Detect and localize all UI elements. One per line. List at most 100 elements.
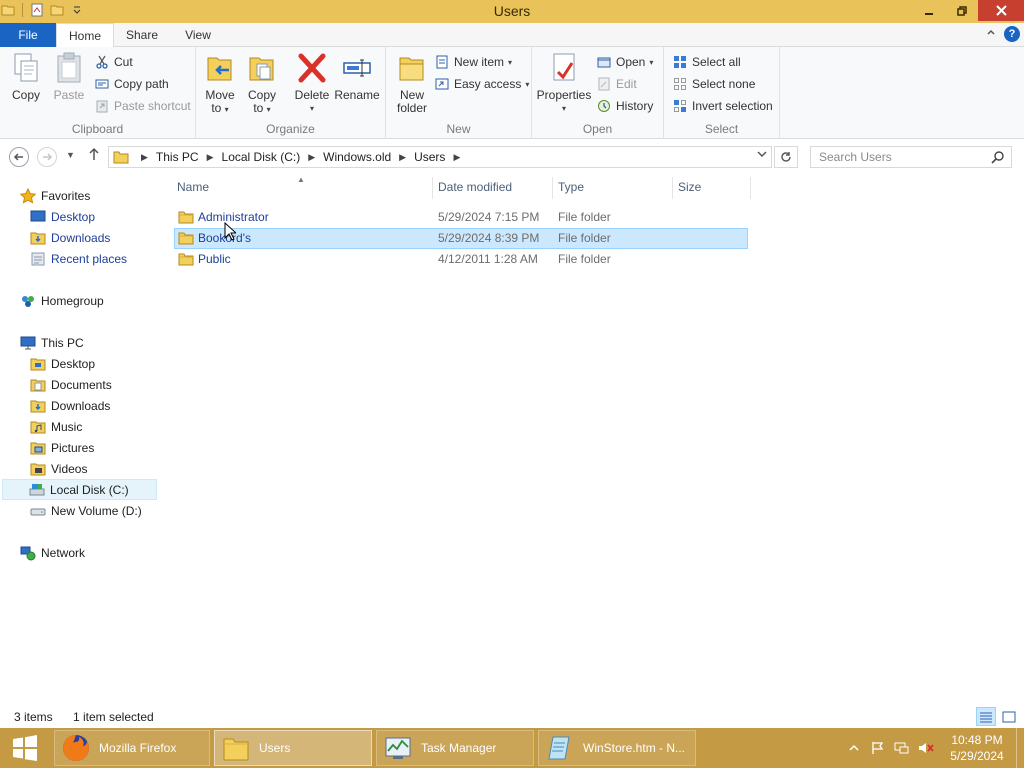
search-box[interactable] (810, 146, 1012, 168)
nav-network[interactable]: Network (20, 542, 85, 563)
edit-label: Edit (616, 77, 637, 91)
start-button[interactable] (0, 728, 50, 768)
column-header-name[interactable]: Name (177, 180, 209, 194)
new-folder-label-line2: folder (396, 101, 428, 115)
delete-button[interactable]: Delete ▾ (294, 51, 330, 115)
address-bar[interactable]: ▶ This PC ▶ Local Disk (C:) ▶ Windows.ol… (108, 146, 772, 168)
column-divider[interactable] (672, 177, 673, 199)
easy-access-button[interactable]: Easy access ▾ (434, 74, 529, 94)
column-header-size[interactable]: Size (678, 180, 701, 194)
nav-videos[interactable]: Videos (30, 458, 87, 479)
expand-ribbon-chevron-icon[interactable] (986, 27, 996, 40)
table-row-selected[interactable]: Bookord's 5/29/2024 8:39 PM File folder (174, 228, 748, 249)
rename-label: Rename (334, 88, 380, 102)
new-item-button[interactable]: New item ▾ (434, 52, 512, 72)
videos-folder-icon (30, 461, 46, 477)
tab-share[interactable]: Share (114, 23, 170, 47)
select-none-button[interactable]: Select none (672, 74, 755, 94)
file-type: File folder (558, 252, 611, 266)
volume-muted-icon[interactable] (916, 738, 936, 758)
system-tray: 10:48 PM 5/29/2024 (840, 728, 1024, 768)
invert-selection-button[interactable]: Invert selection (672, 96, 773, 116)
properties-button[interactable]: Properties ▾ (537, 51, 591, 115)
nav-this-pc[interactable]: This PC (20, 332, 84, 353)
column-header-type[interactable]: Type (558, 180, 584, 194)
sort-ascending-icon: ▲ (297, 175, 305, 184)
copy-button[interactable]: Copy (8, 51, 44, 102)
column-divider[interactable] (750, 177, 751, 199)
clock[interactable]: 10:48 PM 5/29/2024 (942, 732, 1012, 764)
new-folder-button[interactable]: New folder (394, 51, 430, 115)
table-row[interactable]: Public 4/12/2011 1:28 AM File folder (174, 249, 748, 270)
taskbar-item-firefox[interactable]: Mozilla Firefox (54, 730, 210, 766)
restore-button[interactable] (945, 0, 978, 21)
nav-local-disk-c[interactable]: Local Disk (C:) (2, 479, 157, 500)
cut-button[interactable]: Cut (94, 52, 133, 72)
nav-favorites-desktop[interactable]: Desktop (30, 206, 95, 227)
rename-button[interactable]: Rename (334, 51, 380, 102)
documents-folder-icon (30, 377, 46, 393)
nav-documents[interactable]: Documents (30, 374, 112, 395)
copy-path-button[interactable]: Copy path (94, 74, 169, 94)
breadcrumb-separator-icon[interactable]: ▶ (141, 152, 148, 163)
tab-home[interactable]: Home (56, 23, 114, 48)
breadcrumb-separator-icon[interactable]: ▶ (399, 152, 406, 163)
paste-shortcut-button[interactable]: Paste shortcut (94, 96, 191, 116)
forward-button[interactable] (37, 147, 57, 167)
table-row[interactable]: Administrator 5/29/2024 7:15 PM File fol… (174, 207, 748, 228)
up-button[interactable] (88, 147, 100, 165)
show-hidden-icons-icon[interactable] (844, 738, 864, 758)
taskbar-item-notepad[interactable]: WinStore.htm - N... (538, 730, 696, 766)
breadcrumb-separator-icon[interactable]: ▶ (453, 152, 460, 163)
address-dropdown-icon[interactable] (757, 150, 767, 161)
nav-favorites[interactable]: Favorites (20, 185, 90, 206)
network-status-icon[interactable] (892, 738, 912, 758)
help-icon[interactable]: ? (1004, 26, 1020, 42)
edit-button[interactable]: Edit (596, 74, 637, 94)
tab-file[interactable]: File (0, 23, 56, 47)
breadcrumb-users[interactable]: Users (414, 150, 445, 164)
column-divider[interactable] (432, 177, 433, 199)
nav-homegroup[interactable]: Homegroup (20, 290, 104, 311)
breadcrumb-separator-icon[interactable]: ▶ (308, 152, 315, 163)
tab-view[interactable]: View (170, 23, 226, 47)
open-button[interactable]: Open ▾ (596, 52, 653, 72)
address-row: ▼ ▶ This PC ▶ Local Disk (C:) ▶ Windows.… (0, 139, 1024, 175)
nav-new-volume-d[interactable]: New Volume (D:) (30, 500, 142, 521)
back-button[interactable] (9, 147, 29, 167)
column-divider[interactable] (552, 177, 553, 199)
organize-group-label: Organize (266, 122, 315, 136)
nav-this-pc-desktop[interactable]: Desktop (30, 353, 95, 374)
large-icons-view-button[interactable] (999, 707, 1019, 726)
action-center-flag-icon[interactable] (868, 738, 888, 758)
close-button[interactable] (978, 0, 1024, 21)
select-all-button[interactable]: Select all (672, 52, 741, 72)
nav-music[interactable]: Music (30, 416, 82, 437)
minimize-button[interactable] (912, 0, 945, 21)
clipboard-group-label: Clipboard (71, 122, 124, 136)
nav-favorites-downloads[interactable]: Downloads (30, 227, 110, 248)
search-input[interactable] (819, 150, 989, 164)
refresh-button[interactable] (774, 146, 798, 168)
taskbar-item-task-manager[interactable]: Task Manager (376, 730, 534, 766)
recent-locations-chevron-icon[interactable]: ▼ (66, 150, 75, 160)
move-to-button[interactable]: Move to ▾ (204, 51, 236, 116)
breadcrumb-local-disk[interactable]: Local Disk (C:) (222, 150, 301, 164)
details-view-button[interactable] (976, 707, 996, 726)
recent-places-icon (30, 251, 46, 267)
breadcrumb-windows-old[interactable]: Windows.old (323, 150, 391, 164)
breadcrumb-separator-icon[interactable]: ▶ (207, 152, 214, 163)
nav-this-pc-downloads[interactable]: Downloads (30, 395, 110, 416)
show-desktop-button[interactable] (1016, 728, 1024, 768)
copy-to-button[interactable]: Copy to ▾ (246, 51, 278, 116)
search-icon[interactable] (991, 150, 1005, 167)
breadcrumb-this-pc[interactable]: This PC (156, 150, 199, 164)
computer-icon (20, 335, 36, 351)
taskbar-item-users[interactable]: Users (214, 730, 372, 766)
nav-recent-places[interactable]: Recent places (30, 248, 127, 269)
paste-button[interactable]: Paste (52, 51, 86, 102)
column-header-date-modified[interactable]: Date modified (438, 180, 512, 194)
history-button[interactable]: History (596, 96, 653, 116)
move-to-label-word: to (211, 101, 222, 115)
nav-pictures[interactable]: Pictures (30, 437, 94, 458)
